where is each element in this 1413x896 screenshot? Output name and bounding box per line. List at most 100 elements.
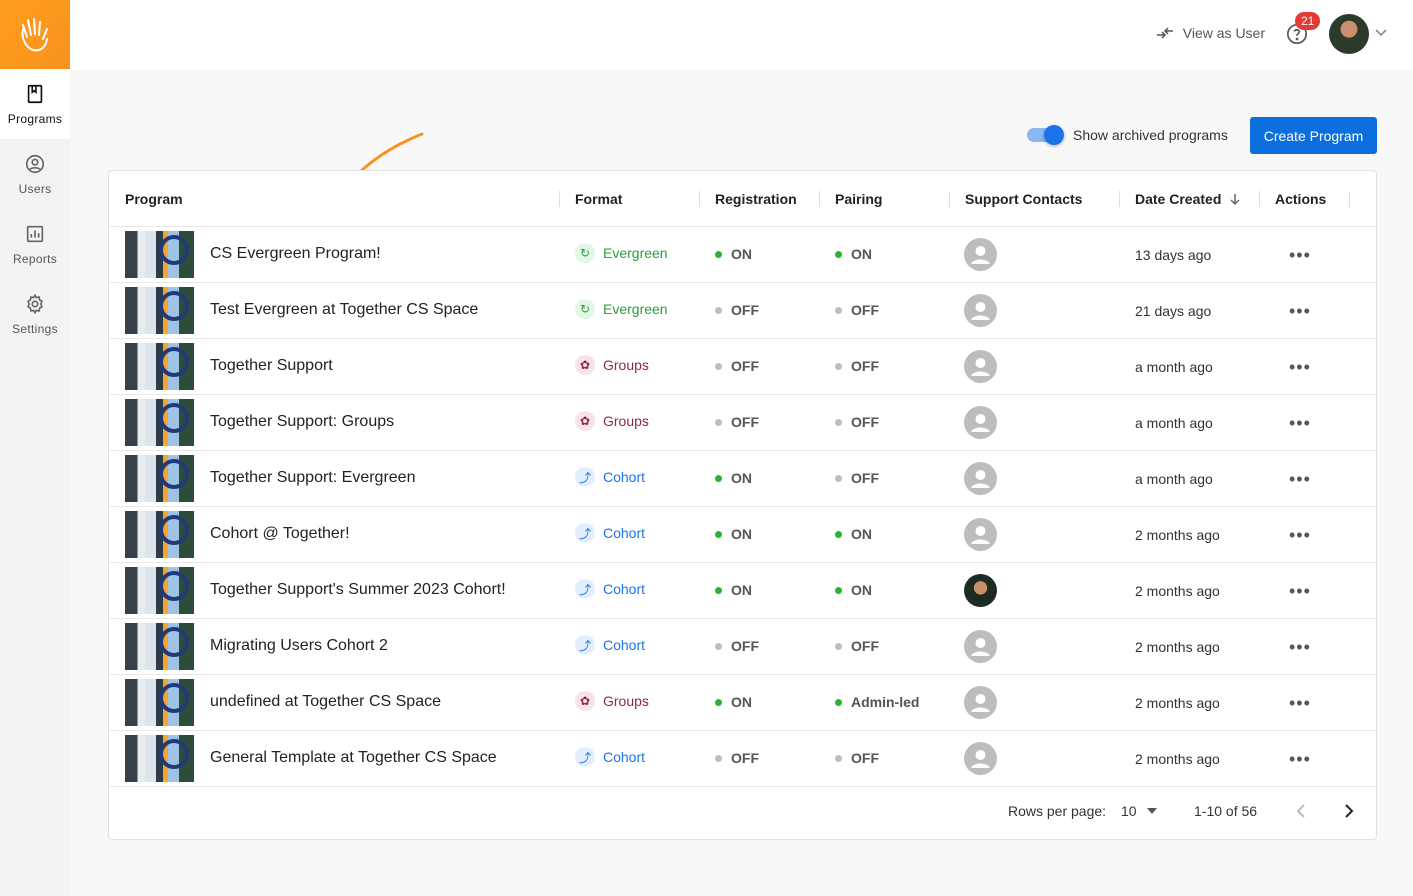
pairing-value: Admin-led [851,694,920,710]
table-row[interactable]: General Template at Together CS Space ⤴ … [109,731,1376,787]
registration-value: OFF [731,638,759,654]
header-pairing[interactable]: Pairing [835,191,882,207]
support-contact-avatar[interactable] [964,238,997,271]
column-separator [1119,191,1120,207]
status-dot [715,698,722,706]
sidebar-item-label: Settings [12,321,58,336]
header-format[interactable]: Format [575,191,622,207]
format-label: Cohort [603,749,646,765]
support-contact-avatar[interactable] [964,742,997,775]
user-placeholder-icon [971,470,990,488]
format-label: Groups [603,357,649,373]
pagination-range: 1-10 of 56 [1194,803,1258,819]
table-row[interactable]: Cohort @ Together! ⤴ Cohort ON ON 2 mont… [109,507,1376,563]
groups-icon: ✿ [575,411,595,431]
caret-down-icon [1146,808,1157,814]
sidebar-item-users[interactable]: Users [0,139,70,209]
support-contact-avatar[interactable] [964,574,997,607]
program-name[interactable]: Test Evergreen at Together CS Space [210,301,478,319]
date-created: 2 months ago [1135,639,1220,655]
date-created: 2 months ago [1135,527,1220,543]
support-contact-avatar[interactable] [964,350,997,383]
app-logo[interactable] [0,0,70,69]
program-name[interactable]: CS Evergreen Program! [210,245,381,263]
pairing-status: OFF [835,750,879,766]
date-created: 2 months ago [1135,583,1220,599]
column-separator [699,191,700,207]
row-actions-button[interactable]: ••• [1289,357,1311,378]
header-registration[interactable]: Registration [715,191,797,207]
registration-status: OFF [715,750,759,766]
row-actions-button[interactable]: ••• [1289,693,1311,714]
row-actions-button[interactable]: ••• [1289,637,1311,658]
pairing-status: ON [835,582,872,598]
program-name[interactable]: Together Support: Evergreen [210,469,415,487]
row-actions-button[interactable]: ••• [1289,301,1311,322]
support-contact-avatar[interactable] [964,518,997,551]
support-contact-avatar[interactable] [964,462,997,495]
table-row[interactable]: CS Evergreen Program! ↻ Evergreen ON ON … [109,227,1376,283]
pairing-status: OFF [835,358,879,374]
groups-icon: ✿ [575,691,595,711]
table-row[interactable]: Together Support ✿ Groups OFF OFF a mont… [109,339,1376,395]
show-archived-toggle[interactable] [1027,125,1065,145]
support-contact-avatar[interactable] [964,294,997,327]
program-name[interactable]: Together Support's Summer 2023 Cohort! [210,581,506,599]
registration-value: OFF [731,750,759,766]
status-dot [835,698,842,706]
support-contact-avatar[interactable] [964,406,997,439]
status-dot [715,418,722,426]
row-actions-button[interactable]: ••• [1289,581,1311,602]
create-program-button[interactable]: Create Program [1250,117,1377,154]
rows-per-page-select[interactable]: 10 [1121,803,1157,819]
program-name[interactable]: Together Support: Groups [210,413,394,431]
programs-table: Program Format Registration Pairing Supp… [108,170,1377,840]
program-thumbnail [125,511,194,558]
pairing-value: ON [851,246,872,262]
format-label: Cohort [603,469,646,485]
pairing-status: OFF [835,638,879,654]
program-name[interactable]: Migrating Users Cohort 2 [210,637,388,655]
row-actions-button[interactable]: ••• [1289,749,1311,770]
status-dot [715,250,722,258]
registration-status: OFF [715,638,759,654]
sidebar-item-settings[interactable]: Settings [0,279,70,349]
row-actions-button[interactable]: ••• [1289,413,1311,434]
header-program[interactable]: Program [125,191,183,207]
table-row[interactable]: Together Support: Evergreen ⤴ Cohort ON … [109,451,1376,507]
program-name[interactable]: undefined at Together CS Space [210,693,441,711]
program-format: ✿ Groups [575,691,649,711]
program-name[interactable]: General Template at Together CS Space [210,749,497,767]
view-as-user-button[interactable]: View as User [1155,25,1265,41]
bookmark-icon [27,84,43,103]
row-actions-button[interactable]: ••• [1289,245,1311,266]
status-dot [835,474,842,482]
status-dot [835,418,842,426]
chevron-left-icon[interactable] [1295,801,1307,821]
user-placeholder-icon [971,246,990,264]
date-created: 21 days ago [1135,303,1212,319]
registration-status: OFF [715,358,759,374]
chevron-right-icon[interactable] [1343,801,1355,821]
format-label: Cohort [603,581,646,597]
column-separator [819,191,820,207]
row-actions-button[interactable]: ••• [1289,469,1311,490]
support-contact-avatar[interactable] [964,630,997,663]
sidebar-item-programs[interactable]: Programs [0,69,70,139]
header-date-created[interactable]: Date Created [1135,191,1242,207]
chevron-down-icon[interactable] [1374,28,1388,38]
header-support-contacts[interactable]: Support Contacts [965,191,1082,207]
sidebar-item-reports[interactable]: Reports [0,209,70,279]
table-row[interactable]: undefined at Together CS Space ✿ Groups … [109,675,1376,731]
program-name[interactable]: Together Support [210,357,333,375]
program-name[interactable]: Cohort @ Together! [210,525,350,543]
table-row[interactable]: Test Evergreen at Together CS Space ↻ Ev… [109,283,1376,339]
row-actions-button[interactable]: ••• [1289,525,1311,546]
pairing-status: OFF [835,414,879,430]
table-row[interactable]: Together Support: Groups ✿ Groups OFF OF… [109,395,1376,451]
table-row[interactable]: Migrating Users Cohort 2 ⤴ Cohort OFF OF… [109,619,1376,675]
table-row[interactable]: Together Support's Summer 2023 Cohort! ⤴… [109,563,1376,619]
user-avatar[interactable] [1329,14,1369,54]
sidebar: Programs Users Reports Settings [0,0,70,896]
support-contact-avatar[interactable] [964,686,997,719]
